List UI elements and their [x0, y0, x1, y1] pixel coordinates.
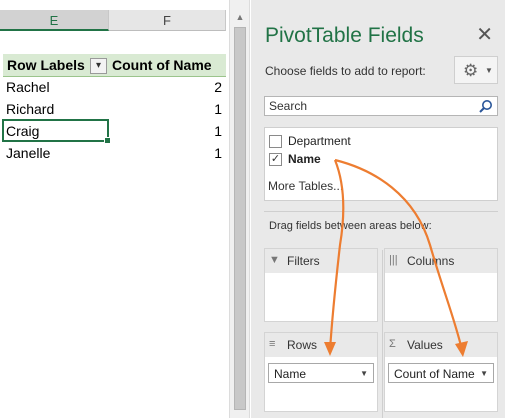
values-drop-zone[interactable]: Count of Name ▼: [385, 357, 497, 411]
area-separator: [382, 250, 383, 418]
rows-label: Rows: [287, 338, 318, 352]
search-input[interactable]: [265, 97, 477, 115]
rows-area[interactable]: ≡ Rows Name ▼: [264, 332, 378, 412]
values-area[interactable]: Σ Values Count of Name ▼: [384, 332, 498, 412]
row-labels-header[interactable]: Row Labels: [7, 57, 85, 73]
filters-drop-zone[interactable]: [265, 273, 377, 321]
rows-icon: ≡: [269, 338, 276, 350]
search-box[interactable]: [264, 96, 498, 116]
search-icon[interactable]: [478, 99, 493, 114]
chip-label: Name: [274, 367, 307, 381]
chip-label: Count of Name: [394, 367, 475, 381]
pane-title: PivotTable Fields: [265, 24, 424, 47]
rows-field-chip[interactable]: Name ▼: [268, 363, 374, 383]
chevron-down-icon[interactable]: ▼: [480, 369, 488, 378]
sort-filter-icon[interactable]: ▾: [90, 58, 107, 74]
filters-area[interactable]: ▼ Filters: [264, 248, 378, 322]
values-area-header: Σ Values: [385, 333, 497, 357]
scroll-up-arrow-icon[interactable]: ▲: [233, 10, 247, 24]
divider: [264, 211, 498, 212]
table-row[interactable]: Richard 1: [0, 98, 226, 120]
row-label-cell: Rachel: [6, 79, 50, 95]
filters-area-header: ▼ Filters: [265, 249, 377, 273]
rows-drop-zone[interactable]: Name ▼: [265, 357, 377, 411]
column-header-e[interactable]: E: [0, 10, 109, 31]
row-label-cell: Janelle: [6, 145, 51, 161]
chevron-down-icon: ▼: [485, 66, 493, 75]
department-checkbox[interactable]: [269, 135, 282, 148]
columns-drop-zone[interactable]: [385, 273, 497, 321]
field-label: Name: [288, 152, 321, 166]
row-count-cell: 1: [214, 101, 222, 117]
gear-icon: ⚙: [463, 61, 479, 80]
columns-icon: |||: [389, 254, 398, 266]
tools-button[interactable]: ⚙ ▼: [454, 56, 498, 84]
more-tables-link[interactable]: More Tables...: [268, 179, 343, 193]
worksheet: E F Row Labels ▾ Count of Name Rachel 2 …: [0, 0, 226, 418]
columns-label: Columns: [407, 254, 455, 268]
choose-fields-label: Choose fields to add to report:: [265, 64, 426, 78]
pivottable-fields-pane: PivotTable Fields ✕ Choose fields to add…: [251, 0, 505, 418]
filters-label: Filters: [287, 254, 320, 268]
sigma-icon: Σ: [389, 338, 396, 350]
table-row[interactable]: Rachel 2: [0, 76, 226, 98]
count-of-name-header[interactable]: Count of Name: [112, 57, 212, 73]
scrollbar-thumb[interactable]: [234, 27, 246, 410]
active-cell-border: [2, 119, 111, 144]
vertical-scrollbar[interactable]: ▲: [229, 0, 250, 418]
row-count-cell: 1: [214, 145, 222, 161]
name-checkbox[interactable]: ✓: [269, 153, 282, 166]
close-icon[interactable]: ✕: [476, 22, 493, 47]
table-row[interactable]: Janelle 1: [0, 142, 226, 164]
column-header-f[interactable]: F: [109, 10, 226, 31]
pivot-header-row: Row Labels ▾ Count of Name: [3, 54, 226, 77]
values-label: Values: [407, 338, 443, 352]
rows-area-header: ≡ Rows: [265, 333, 377, 357]
columns-area-header: ||| Columns: [385, 249, 497, 273]
row-count-cell: 1: [214, 123, 222, 139]
field-list: Department ✓ Name More Tables...: [264, 127, 498, 201]
chevron-down-icon[interactable]: ▼: [360, 369, 368, 378]
row-label-cell: Richard: [6, 101, 55, 117]
columns-area[interactable]: ||| Columns: [384, 248, 498, 322]
row-count-cell: 2: [214, 79, 222, 95]
filter-icon: ▼: [269, 254, 280, 266]
values-field-chip[interactable]: Count of Name ▼: [388, 363, 494, 383]
drag-fields-hint: Drag fields between areas below:: [269, 220, 432, 232]
field-label: Department: [288, 134, 351, 148]
